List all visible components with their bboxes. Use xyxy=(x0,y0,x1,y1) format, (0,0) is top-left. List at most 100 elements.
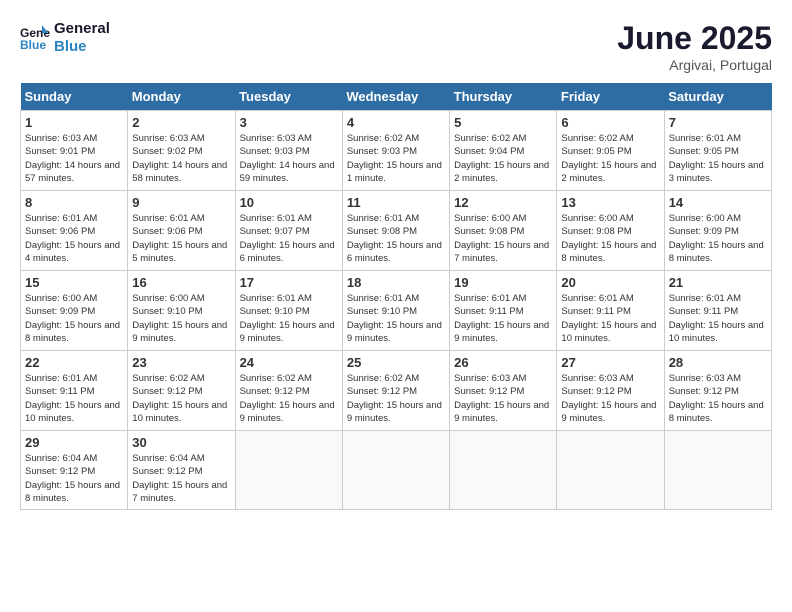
calendar-cell xyxy=(450,431,557,510)
calendar-cell: 18 Sunrise: 6:01 AMSunset: 9:10 PMDayligh… xyxy=(342,271,449,351)
day-info: Sunrise: 6:01 AMSunset: 9:06 PMDaylight:… xyxy=(25,212,123,265)
day-number: 22 xyxy=(25,355,123,370)
day-info: Sunrise: 6:02 AMSunset: 9:04 PMDaylight:… xyxy=(454,132,552,185)
day-header-thursday: Thursday xyxy=(450,83,557,111)
svg-text:Blue: Blue xyxy=(20,38,46,52)
calendar-cell: 4 Sunrise: 6:02 AMSunset: 9:03 PMDaylight… xyxy=(342,111,449,191)
calendar-cell: 2 Sunrise: 6:03 AMSunset: 9:02 PMDaylight… xyxy=(128,111,235,191)
calendar-cell: 27Sunrise: 6:03 AMSunset: 9:12 PMDayligh… xyxy=(557,351,664,431)
day-info: Sunrise: 6:00 AMSunset: 9:10 PMDaylight:… xyxy=(132,292,230,345)
day-number: 26 xyxy=(454,355,552,370)
calendar-cell: 28Sunrise: 6:03 AMSunset: 9:12 PMDayligh… xyxy=(664,351,771,431)
day-number: 9 xyxy=(132,195,230,210)
day-number: 20 xyxy=(561,275,659,290)
logo-icon: General Blue xyxy=(20,23,50,53)
day-info: Sunrise: 6:01 AMSunset: 9:11 PMDaylight:… xyxy=(669,292,767,345)
calendar-week-4: 22 Sunrise: 6:01 AMSunset: 9:11 PMDayligh… xyxy=(21,351,772,431)
calendar-cell: 5 Sunrise: 6:02 AMSunset: 9:04 PMDaylight… xyxy=(450,111,557,191)
calendar-cell: 23Sunrise: 6:02 AMSunset: 9:12 PMDayligh… xyxy=(128,351,235,431)
day-number: 5 xyxy=(454,115,552,130)
calendar-cell xyxy=(557,431,664,510)
day-number: 29 xyxy=(25,435,123,450)
day-number: 2 xyxy=(132,115,230,130)
day-info: Sunrise: 6:00 AMSunset: 9:08 PMDaylight:… xyxy=(561,212,659,265)
day-info: Sunrise: 6:02 AMSunset: 9:12 PMDaylight:… xyxy=(240,372,338,425)
day-header-saturday: Saturday xyxy=(664,83,771,111)
calendar-cell: 7Sunrise: 6:01 AMSunset: 9:05 PMDaylight… xyxy=(664,111,771,191)
calendar-cell: 9 Sunrise: 6:01 AMSunset: 9:06 PMDaylight… xyxy=(128,191,235,271)
day-header-friday: Friday xyxy=(557,83,664,111)
day-info: Sunrise: 6:01 AMSunset: 9:10 PMDaylight:… xyxy=(240,292,338,345)
day-number: 21 xyxy=(669,275,767,290)
calendar-cell: 29Sunrise: 6:04 AMSunset: 9:12 PMDayligh… xyxy=(21,431,128,510)
day-info: Sunrise: 6:01 AMSunset: 9:11 PMDaylight:… xyxy=(454,292,552,345)
page-header: General Blue General Blue June 2025 Argi… xyxy=(20,20,772,73)
day-number: 13 xyxy=(561,195,659,210)
day-info: Sunrise: 6:02 AMSunset: 9:12 PMDaylight:… xyxy=(347,372,445,425)
calendar-cell: 20 Sunrise: 6:01 AMSunset: 9:11 PMDayligh… xyxy=(557,271,664,351)
day-header-wednesday: Wednesday xyxy=(342,83,449,111)
day-info: Sunrise: 6:03 AMSunset: 9:02 PMDaylight:… xyxy=(132,132,230,185)
day-header-tuesday: Tuesday xyxy=(235,83,342,111)
day-info: Sunrise: 6:02 AMSunset: 9:12 PMDaylight:… xyxy=(132,372,230,425)
calendar-cell xyxy=(664,431,771,510)
logo: General Blue General Blue xyxy=(20,20,110,56)
calendar-cell: 12 Sunrise: 6:00 AMSunset: 9:08 PMDayligh… xyxy=(450,191,557,271)
calendar-cell: 17Sunrise: 6:01 AMSunset: 9:10 PMDayligh… xyxy=(235,271,342,351)
day-number: 1 xyxy=(25,115,123,130)
month-title: June 2025 xyxy=(617,20,772,57)
day-number: 11 xyxy=(347,195,445,210)
day-number: 19 xyxy=(454,275,552,290)
calendar-cell: 16 Sunrise: 6:00 AMSunset: 9:10 PMDayligh… xyxy=(128,271,235,351)
calendar-cell: 11 Sunrise: 6:01 AMSunset: 9:08 PMDayligh… xyxy=(342,191,449,271)
calendar-cell: 19 Sunrise: 6:01 AMSunset: 9:11 PMDayligh… xyxy=(450,271,557,351)
day-number: 6 xyxy=(561,115,659,130)
day-number: 14 xyxy=(669,195,767,210)
day-info: Sunrise: 6:03 AMSunset: 9:01 PMDaylight:… xyxy=(25,132,123,185)
day-info: Sunrise: 6:03 AMSunset: 9:03 PMDaylight:… xyxy=(240,132,338,185)
day-number: 12 xyxy=(454,195,552,210)
day-number: 7 xyxy=(669,115,767,130)
day-info: Sunrise: 6:01 AMSunset: 9:06 PMDaylight:… xyxy=(132,212,230,265)
calendar-cell: 8 Sunrise: 6:01 AMSunset: 9:06 PMDaylight… xyxy=(21,191,128,271)
calendar-cell: 24Sunrise: 6:02 AMSunset: 9:12 PMDayligh… xyxy=(235,351,342,431)
calendar-cell: 6Sunrise: 6:02 AMSunset: 9:05 PMDaylight… xyxy=(557,111,664,191)
calendar-cell: 10 Sunrise: 6:01 AMSunset: 9:07 PMDayligh… xyxy=(235,191,342,271)
calendar-week-2: 8 Sunrise: 6:01 AMSunset: 9:06 PMDaylight… xyxy=(21,191,772,271)
day-info: Sunrise: 6:01 AMSunset: 9:11 PMDaylight:… xyxy=(561,292,659,345)
day-number: 16 xyxy=(132,275,230,290)
logo-line2: Blue xyxy=(54,38,110,56)
title-area: June 2025 Argivai, Portugal xyxy=(617,20,772,73)
calendar-cell: 13 Sunrise: 6:00 AMSunset: 9:08 PMDayligh… xyxy=(557,191,664,271)
day-number: 8 xyxy=(25,195,123,210)
day-info: Sunrise: 6:00 AMSunset: 9:08 PMDaylight:… xyxy=(454,212,552,265)
day-number: 30 xyxy=(132,435,230,450)
day-number: 18 xyxy=(347,275,445,290)
day-info: Sunrise: 6:03 AMSunset: 9:12 PMDaylight:… xyxy=(561,372,659,425)
day-info: Sunrise: 6:01 AMSunset: 9:10 PMDaylight:… xyxy=(347,292,445,345)
day-info: Sunrise: 6:03 AMSunset: 9:12 PMDaylight:… xyxy=(454,372,552,425)
day-info: Sunrise: 6:01 AMSunset: 9:08 PMDaylight:… xyxy=(347,212,445,265)
day-of-week-header: SundayMondayTuesdayWednesdayThursdayFrid… xyxy=(21,83,772,111)
day-info: Sunrise: 6:01 AMSunset: 9:07 PMDaylight:… xyxy=(240,212,338,265)
day-info: Sunrise: 6:00 AMSunset: 9:09 PMDaylight:… xyxy=(25,292,123,345)
calendar-week-5: 29 Sunrise: 6:04 AMSunset: 9:12 PMDayligh… xyxy=(21,431,772,510)
logo-line1: General xyxy=(54,20,110,38)
day-info: Sunrise: 6:03 AMSunset: 9:12 PMDaylight:… xyxy=(669,372,767,425)
calendar-cell: 26 Sunrise: 6:03 AMSunset: 9:12 PMDayligh… xyxy=(450,351,557,431)
day-info: Sunrise: 6:01 AMSunset: 9:11 PMDaylight:… xyxy=(25,372,123,425)
calendar-cell: 22 Sunrise: 6:01 AMSunset: 9:11 PMDayligh… xyxy=(21,351,128,431)
day-info: Sunrise: 6:00 AMSunset: 9:09 PMDaylight:… xyxy=(669,212,767,265)
subtitle: Argivai, Portugal xyxy=(617,57,772,73)
day-number: 4 xyxy=(347,115,445,130)
calendar-cell: 14 Sunrise: 6:00 AMSunset: 9:09 PMDayligh… xyxy=(664,191,771,271)
day-number: 10 xyxy=(240,195,338,210)
calendar-cell: 21 Sunrise: 6:01 AMSunset: 9:11 PMDayligh… xyxy=(664,271,771,351)
calendar-cell: 30 Sunrise: 6:04 AMSunset: 9:12 PMDayligh… xyxy=(128,431,235,510)
calendar-week-1: 1 Sunrise: 6:03 AMSunset: 9:01 PMDaylight… xyxy=(21,111,772,191)
day-info: Sunrise: 6:02 AMSunset: 9:03 PMDaylight:… xyxy=(347,132,445,185)
day-header-monday: Monday xyxy=(128,83,235,111)
day-info: Sunrise: 6:04 AMSunset: 9:12 PMDaylight:… xyxy=(132,452,230,505)
calendar-week-3: 15Sunrise: 6:00 AMSunset: 9:09 PMDayligh… xyxy=(21,271,772,351)
day-number: 25 xyxy=(347,355,445,370)
